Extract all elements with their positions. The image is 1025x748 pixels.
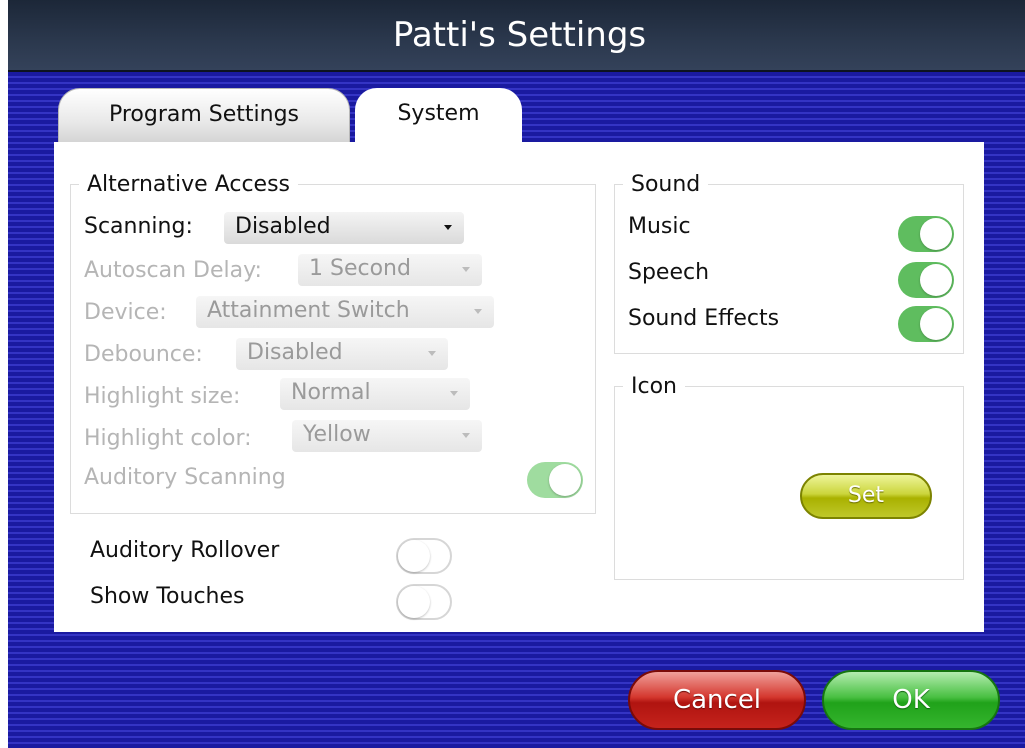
settings-window: Patti's Settings Program Settings System… — [8, 0, 1025, 748]
speech-toggle[interactable] — [898, 262, 954, 298]
toggle-knob — [920, 264, 952, 296]
auditory-scanning-toggle[interactable] — [527, 462, 583, 498]
autoscan-delay-value: 1 Second — [309, 256, 411, 281]
highlight-size-dropdown[interactable]: Normal — [280, 378, 470, 410]
autoscan-delay-dropdown[interactable]: 1 Second — [298, 254, 482, 286]
toggle-knob — [920, 308, 952, 340]
debounce-dropdown[interactable]: Disabled — [236, 338, 448, 370]
chevron-down-icon — [428, 351, 436, 356]
music-toggle[interactable] — [898, 216, 954, 252]
scanning-dropdown[interactable]: Disabled — [224, 212, 464, 244]
chevron-down-icon — [474, 309, 482, 314]
device-value: Attainment Switch — [207, 298, 410, 323]
scanning-value: Disabled — [235, 214, 331, 239]
title-bar: Patti's Settings — [8, 0, 1025, 72]
show-touches-label: Show Touches — [90, 584, 245, 609]
window-title: Patti's Settings — [392, 15, 647, 55]
auditory-scanning-label: Auditory Scanning — [84, 465, 286, 490]
debounce-value: Disabled — [247, 340, 343, 365]
music-label: Music — [628, 214, 691, 239]
toggle-knob — [920, 218, 952, 250]
device-label: Device: — [84, 300, 167, 325]
autoscan-delay-label: Autoscan Delay: — [84, 258, 262, 283]
chevron-down-icon — [444, 225, 452, 230]
toggle-knob — [549, 464, 581, 496]
sound-effects-toggle[interactable] — [898, 306, 954, 342]
tab-program-settings[interactable]: Program Settings — [58, 88, 350, 145]
device-dropdown[interactable]: Attainment Switch — [196, 296, 494, 328]
chevron-down-icon — [462, 267, 470, 272]
sound-effects-label: Sound Effects — [628, 306, 780, 331]
alternative-access-legend: Alternative Access — [87, 172, 291, 197]
highlight-color-value: Yellow — [303, 422, 371, 447]
tab-system[interactable]: System — [355, 88, 522, 148]
chevron-down-icon — [462, 433, 470, 438]
scanning-label: Scanning: — [84, 214, 193, 239]
highlight-size-label: Highlight size: — [84, 384, 241, 409]
toggle-knob — [398, 540, 430, 572]
ok-button[interactable]: OK — [822, 670, 1000, 730]
cancel-button[interactable]: Cancel — [628, 670, 806, 730]
auditory-rollover-toggle[interactable] — [396, 538, 452, 574]
sound-legend: Sound — [631, 172, 701, 197]
icon-legend: Icon — [631, 374, 677, 399]
highlight-color-label: Highlight color: — [84, 426, 252, 451]
chevron-down-icon — [450, 391, 458, 396]
highlight-color-dropdown[interactable]: Yellow — [292, 420, 482, 452]
highlight-size-value: Normal — [291, 380, 371, 405]
auditory-rollover-label: Auditory Rollover — [90, 538, 280, 563]
speech-label: Speech — [628, 260, 710, 285]
toggle-knob — [398, 586, 430, 618]
debounce-label: Debounce: — [84, 342, 203, 367]
set-icon-button[interactable]: Set — [800, 473, 932, 519]
show-touches-toggle[interactable] — [396, 584, 452, 620]
system-panel: Alternative Access Scanning: Disabled Au… — [54, 142, 984, 632]
